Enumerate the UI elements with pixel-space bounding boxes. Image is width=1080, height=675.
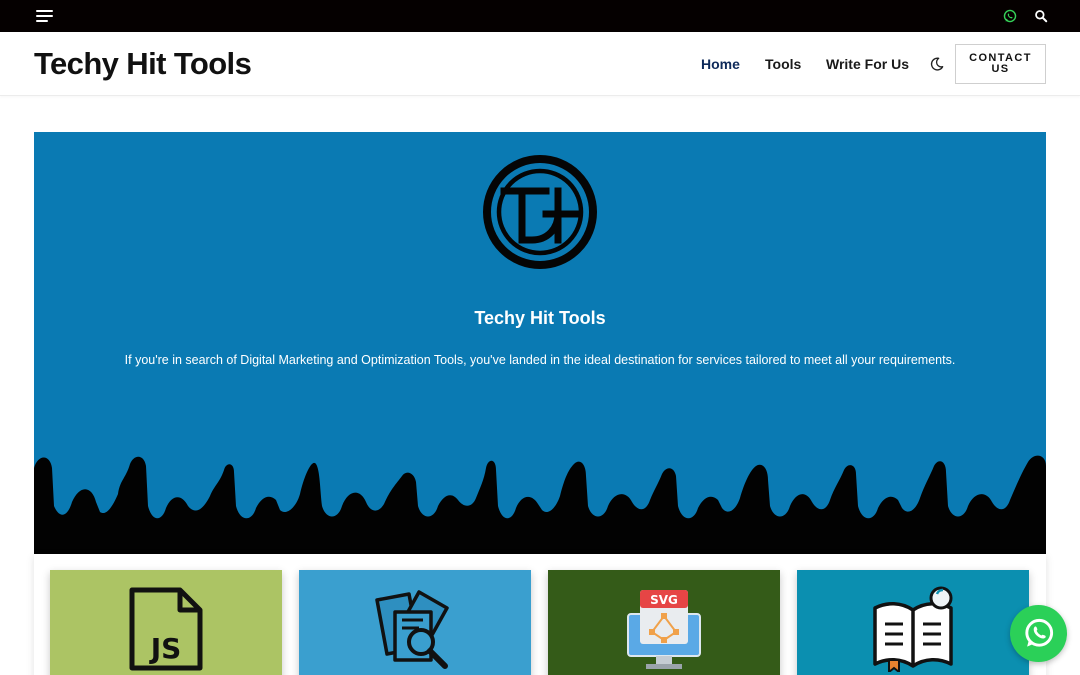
js-file-icon: JS	[129, 587, 203, 671]
hero-description: If you're in search of Digital Marketing…	[124, 353, 956, 367]
svg-monitor-icon: SVG	[627, 590, 701, 669]
site-header: Techy Hit Tools Home Tools Write For Us …	[0, 32, 1080, 96]
paint-drip-decoration	[34, 455, 1046, 554]
tool-card-document-search[interactable]	[299, 570, 531, 675]
hero-banner: Techy Hit Tools If you're in search of D…	[34, 132, 1046, 554]
nav-write-for-us[interactable]: Write For Us	[826, 56, 909, 72]
whatsapp-icon[interactable]	[1003, 9, 1017, 23]
search-icon[interactable]	[1034, 9, 1048, 23]
whatsapp-float-button[interactable]	[1010, 605, 1067, 662]
tool-card-javascript[interactable]: JS	[50, 570, 282, 675]
whatsapp-icon	[1025, 618, 1054, 647]
th-logo-icon	[483, 155, 597, 269]
tool-card-svg[interactable]: SVG	[548, 570, 780, 675]
nav-tools[interactable]: Tools	[765, 56, 801, 72]
nav-home[interactable]: Home	[701, 56, 740, 72]
svg-icon-text: SVG	[650, 593, 678, 607]
tool-card-book[interactable]	[797, 570, 1029, 675]
hero-title: Techy Hit Tools	[474, 308, 606, 328]
tools-grid: JS SVG	[34, 554, 1046, 675]
site-logo[interactable]: Techy Hit Tools	[34, 46, 252, 82]
top-bar	[0, 0, 1080, 32]
hamburger-menu-icon[interactable]	[36, 10, 53, 22]
contact-us-button[interactable]: CONTACT US	[955, 44, 1046, 84]
moon-icon[interactable]	[929, 56, 945, 72]
open-book-icon	[873, 586, 953, 672]
document-search-icon	[375, 590, 449, 669]
js-icon-text: JS	[149, 632, 182, 665]
